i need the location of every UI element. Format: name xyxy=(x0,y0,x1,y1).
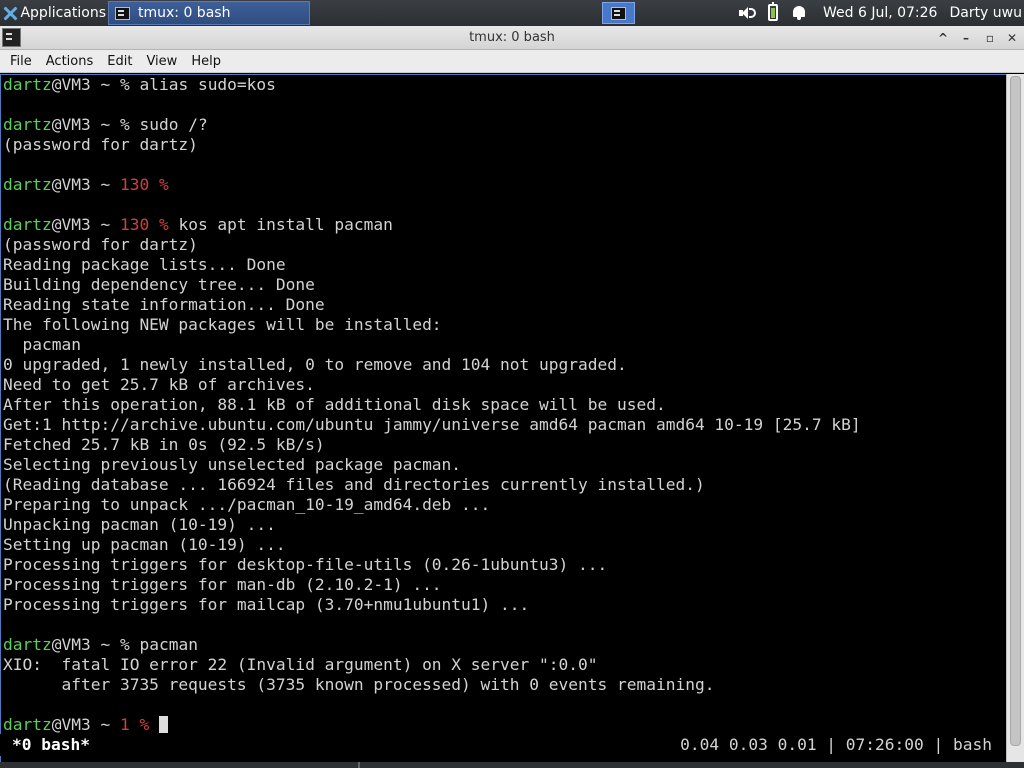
tmux-window-label[interactable]: *0 bash* xyxy=(12,734,90,756)
output-line: (Reading database ... 166924 files and d… xyxy=(3,475,705,494)
prompt-symbol: % xyxy=(158,215,179,234)
prompt-user: dartz xyxy=(3,75,52,94)
exit-code: 130 xyxy=(119,175,159,194)
output-line: (password for dartz) xyxy=(3,135,198,154)
output-line: Setting up pacman (10-19) ... xyxy=(3,535,286,554)
menu-view[interactable]: View xyxy=(139,54,184,69)
output-line: Preparing to unpack .../pacman_10-19_amd… xyxy=(3,495,491,514)
prompt-host: @VM3 ~ xyxy=(51,115,120,134)
window-titlebar[interactable]: tmux: 0 bash ^ – ▫ ✕ xyxy=(0,26,1024,50)
output-line: Reading package lists... Done xyxy=(3,255,286,274)
system-tray: Wed 6 Jul, 07:26 Darty uwu xyxy=(733,0,1024,26)
terminal-icon xyxy=(115,6,130,20)
tmux-status-bar: *0 bash* 0.04 0.03 0.01 | 07:26:00 | bas… xyxy=(0,734,1006,756)
prompt-symbol: % xyxy=(119,635,140,654)
prompt-symbol: % xyxy=(139,715,159,734)
output-line: Get:1 http://archive.ubuntu.com/ubuntu j… xyxy=(3,415,861,434)
bell-icon[interactable] xyxy=(790,4,808,22)
prompt-line: dartz@VM3 ~ 130 % kos apt install pacman xyxy=(3,215,1003,235)
close-button[interactable]: ✕ xyxy=(1003,29,1021,47)
battery-indicator[interactable] xyxy=(766,2,780,22)
output-line: Reading state information... Done xyxy=(3,295,325,314)
prompt-user: dartz xyxy=(3,175,52,194)
menu-help[interactable]: Help xyxy=(184,54,228,69)
command-text: pacman xyxy=(139,635,198,654)
applications-label: Applications xyxy=(20,5,106,21)
volume-icon[interactable] xyxy=(738,4,756,22)
applications-menu-button[interactable]: Applications xyxy=(0,0,106,26)
menu-edit[interactable]: Edit xyxy=(100,54,139,69)
exit-code: 1 xyxy=(119,715,140,734)
output-line: After this operation, 88.1 kB of additio… xyxy=(3,395,666,414)
output-line: Selecting previously unselected package … xyxy=(3,455,462,474)
output-line: Need to get 25.7 kB of archives. xyxy=(3,375,315,394)
command-text: sudo /? xyxy=(139,115,208,134)
prompt-symbol: % xyxy=(119,115,140,134)
command-text: alias sudo=kos xyxy=(139,75,276,94)
workspace-button[interactable] xyxy=(602,2,635,24)
prompt-line: dartz@VM3 ~ 1 % xyxy=(3,715,1003,735)
prompt-host: @VM3 ~ xyxy=(51,715,120,734)
clock[interactable]: Wed 6 Jul, 07:26 xyxy=(823,5,937,21)
prompt-user: dartz xyxy=(3,715,52,734)
output-line: 0 upgraded, 1 newly installed, 0 to remo… xyxy=(3,355,627,374)
output-line: Fetched 25.7 kB in 0s (92.5 kB/s) xyxy=(3,435,325,454)
bottom-panel xyxy=(0,762,1024,768)
output-line: Processing triggers for mailcap (3.70+nm… xyxy=(3,595,530,614)
terminal-icon xyxy=(611,6,626,20)
taskbar-item-label: tmux: 0 bash xyxy=(138,5,231,21)
prompt-line: dartz@VM3 ~ % pacman xyxy=(3,635,1003,655)
output-line: Processing triggers for man-db (2.10.2-1… xyxy=(3,575,442,594)
taskbar-item-tmux[interactable]: tmux: 0 bash xyxy=(108,1,310,25)
output-line: pacman xyxy=(3,335,81,354)
top-panel: Applications tmux: 0 bash Wed 6 Jul, 07:… xyxy=(0,0,1024,26)
output-line: Processing triggers for desktop-file-uti… xyxy=(3,555,608,574)
user-menu[interactable]: Darty uwu xyxy=(949,5,1022,21)
scrollbar[interactable] xyxy=(1006,74,1024,768)
minimize-button[interactable]: – xyxy=(957,29,975,47)
command-text: kos apt install pacman xyxy=(178,215,393,234)
exit-code: 130 xyxy=(119,215,159,234)
xfce-icon xyxy=(3,6,17,21)
menu-file[interactable]: File xyxy=(3,54,39,69)
maximize-button[interactable]: ▫ xyxy=(981,29,999,47)
battery-icon xyxy=(767,2,778,21)
prompt-user: dartz xyxy=(3,115,52,134)
prompt-user: dartz xyxy=(3,635,52,654)
menubar: File Actions Edit View Help xyxy=(0,50,1024,73)
prompt-user: dartz xyxy=(3,215,52,234)
terminal-cursor xyxy=(158,716,168,733)
prompt-line: dartz@VM3 ~ % sudo /? xyxy=(3,115,1003,135)
output-line: Building dependency tree... Done xyxy=(3,275,315,294)
shade-button[interactable]: ^ xyxy=(934,29,952,47)
prompt-host: @VM3 ~ xyxy=(51,175,120,194)
terminal-area[interactable]: dartz@VM3 ~ % alias sudo=kos dartz@VM3 ~ … xyxy=(0,74,1006,768)
prompt-host: @VM3 ~ xyxy=(51,635,120,654)
menu-actions[interactable]: Actions xyxy=(39,54,101,69)
prompt-host: @VM3 ~ xyxy=(51,75,120,94)
tmux-status-right: 0.04 0.03 0.01 | 07:26:00 | bash xyxy=(680,735,992,754)
prompt-host: @VM3 ~ xyxy=(51,215,120,234)
prompt-symbol: % xyxy=(119,75,140,94)
output-line: XIO: fatal IO error 22 (Invalid argument… xyxy=(3,655,598,674)
scroll-thumb[interactable] xyxy=(1010,76,1021,746)
terminal-output: dartz@VM3 ~ % alias sudo=kos dartz@VM3 ~ … xyxy=(3,75,1003,735)
window-title: tmux: 0 bash xyxy=(469,30,555,45)
output-line: (password for dartz) xyxy=(3,235,198,254)
output-line: after 3735 requests (3735 known processe… xyxy=(3,675,715,694)
output-line: The following NEW packages will be insta… xyxy=(3,315,442,334)
prompt-line: dartz@VM3 ~ % alias sudo=kos xyxy=(3,75,1003,95)
output-line: Unpacking pacman (10-19) ... xyxy=(3,515,276,534)
prompt-symbol: % xyxy=(158,175,169,194)
prompt-line: dartz@VM3 ~ 130 % xyxy=(3,175,1003,195)
